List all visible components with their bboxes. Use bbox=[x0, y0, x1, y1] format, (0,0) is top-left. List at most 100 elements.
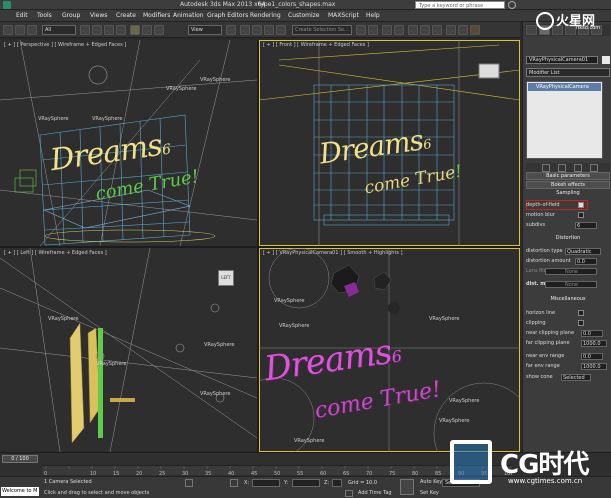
dist-map-button[interactable]: None bbox=[545, 281, 597, 288]
watermark-top-subtext: hxsd.com bbox=[576, 25, 601, 31]
render-frame-icon[interactable] bbox=[458, 25, 468, 35]
far-clipping-field[interactable]: 1000.0 bbox=[581, 340, 607, 347]
selection-filter-select[interactable]: All bbox=[42, 25, 76, 35]
menu-group[interactable]: Group bbox=[62, 12, 80, 19]
object-label-vraysphere: VRaySphere bbox=[204, 342, 235, 348]
scale-icon[interactable] bbox=[154, 25, 164, 35]
rotate-icon[interactable] bbox=[142, 25, 152, 35]
clipping-checkbox[interactable] bbox=[578, 320, 584, 326]
motion-blur-checkbox[interactable] bbox=[578, 212, 584, 218]
material-editor-icon[interactable] bbox=[432, 25, 442, 35]
timeline-track[interactable]: 0101520253035404550556065707580859095100 bbox=[42, 465, 512, 476]
move-icon[interactable] bbox=[130, 25, 140, 35]
near-env-field[interactable]: 0.0 bbox=[581, 353, 603, 360]
dof-checkbox[interactable] bbox=[578, 202, 584, 208]
render-setup-icon[interactable] bbox=[446, 25, 456, 35]
add-time-tag-button[interactable]: Add Time Tag bbox=[358, 490, 392, 496]
time-tag-icon[interactable] bbox=[345, 490, 353, 497]
viewport-perspective[interactable]: [ + ] [ Perspective ] [ Wireframe + Edge… bbox=[0, 40, 257, 246]
undo-icon[interactable] bbox=[3, 25, 13, 35]
rollout-bokeh-effects[interactable]: Bokeh effects bbox=[526, 181, 610, 189]
link-icon[interactable] bbox=[27, 25, 37, 35]
window-crossing-icon[interactable] bbox=[116, 25, 126, 35]
viewport-left[interactable]: [ + ] [ Left ] [ Wireframe + Edged Faces… bbox=[0, 248, 257, 452]
modifier-list-select[interactable]: Modifier List bbox=[526, 68, 610, 77]
set-key-button[interactable]: Set Key bbox=[420, 490, 439, 496]
pivot-icon[interactable] bbox=[226, 25, 236, 35]
rollout-distortion[interactable]: Distortion bbox=[526, 235, 610, 243]
set-key-icon[interactable] bbox=[400, 479, 414, 495]
menu-graph-editors[interactable]: Graph Editors bbox=[207, 12, 248, 19]
file-name: type1_colors_shapes.max bbox=[258, 1, 336, 8]
lock-selection-icon[interactable] bbox=[185, 479, 193, 487]
select-object-icon[interactable] bbox=[80, 25, 90, 35]
lens-file-button[interactable]: None bbox=[545, 268, 597, 275]
rollout-miscellaneous[interactable]: Miscellaneous bbox=[526, 296, 610, 304]
rollout-sampling[interactable]: Sampling bbox=[526, 190, 610, 198]
schematic-icon[interactable] bbox=[420, 25, 430, 35]
named-selection-set[interactable]: Create Selection Se... bbox=[292, 25, 352, 35]
menu-rendering[interactable]: Rendering bbox=[250, 12, 281, 19]
rect-region-icon[interactable] bbox=[104, 25, 114, 35]
maxscript-listener[interactable]: Welcome to M bbox=[1, 487, 39, 496]
horizon-line-checkbox[interactable] bbox=[578, 310, 584, 316]
render-teapot-icon[interactable] bbox=[470, 25, 480, 35]
menu-help[interactable]: Help bbox=[366, 12, 380, 19]
remove-modifier-icon[interactable] bbox=[590, 164, 598, 172]
menu-bar: Edit Tools Group Views Create Modifiers … bbox=[0, 10, 611, 22]
curve-editor-icon[interactable] bbox=[408, 25, 418, 35]
menu-maxscript[interactable]: MAXScript bbox=[328, 12, 359, 19]
layer-manager-icon[interactable] bbox=[382, 25, 392, 35]
y-coordinate-field[interactable] bbox=[292, 479, 320, 487]
object-color-swatch[interactable] bbox=[602, 56, 610, 64]
modifier-stack-item[interactable]: VRayPhysicalCamera bbox=[528, 83, 601, 91]
menu-customize[interactable]: Customize bbox=[288, 12, 320, 19]
menu-views[interactable]: Views bbox=[90, 12, 107, 19]
subdivs-field[interactable]: 6 bbox=[575, 222, 597, 229]
snap-icon[interactable] bbox=[240, 25, 250, 35]
distortion-type-select[interactable]: Quadratic bbox=[565, 248, 601, 255]
x-coordinate-field[interactable] bbox=[252, 479, 280, 487]
viewport-front[interactable]: [ + ] [ Front ] [ Wireframe + Edged Face… bbox=[259, 40, 520, 246]
spinner-snap-icon[interactable] bbox=[276, 25, 286, 35]
app-logo-icon[interactable] bbox=[3, 1, 11, 9]
time-slider[interactable]: 0 / 100 bbox=[2, 455, 38, 463]
menu-create[interactable]: Create bbox=[116, 12, 136, 19]
reference-coord-select[interactable]: View bbox=[188, 25, 222, 35]
object-name-field[interactable]: VRayPhysicalCamera01 bbox=[526, 56, 598, 64]
viewport-label-perspective[interactable]: [ + ] [ Perspective ] [ Wireframe + Edge… bbox=[4, 42, 126, 48]
menu-tools[interactable]: Tools bbox=[37, 12, 52, 19]
distortion-amount-field[interactable]: 0.0 bbox=[575, 258, 597, 265]
angle-snap-icon[interactable] bbox=[252, 25, 262, 35]
watermark-bottom-subtext: www.cgtimes.com.cn bbox=[508, 477, 583, 485]
auto-key-button[interactable]: Auto Key bbox=[420, 479, 442, 485]
far-env-field[interactable]: 1000.0 bbox=[581, 363, 607, 370]
viewport-camera[interactable]: [ + ] [ VRayPhysicalCamera01 ] [ Smooth … bbox=[259, 248, 520, 452]
pin-stack-icon[interactable] bbox=[542, 164, 550, 172]
viewport-label-camera[interactable]: [ + ] [ VRayPhysicalCamera01 ] [ Smooth … bbox=[263, 250, 403, 256]
graphite-icon[interactable] bbox=[394, 25, 404, 35]
viewport-label-left[interactable]: [ + ] [ Left ] [ Wireframe + Edged Faces… bbox=[4, 250, 107, 256]
rollout-basic-parameters[interactable]: Basic parameters bbox=[526, 172, 610, 180]
menu-modifiers[interactable]: Modifiers bbox=[143, 12, 170, 19]
select-by-name-icon[interactable] bbox=[92, 25, 102, 35]
search-input[interactable]: Type a keyword or phrase bbox=[415, 1, 505, 9]
mirror-icon[interactable] bbox=[356, 25, 366, 35]
object-label-vraysphere: VRaySphere bbox=[48, 316, 79, 322]
redo-icon[interactable] bbox=[15, 25, 25, 35]
align-icon[interactable] bbox=[368, 25, 378, 35]
show-end-result-icon[interactable] bbox=[558, 164, 566, 172]
absolute-mode-icon[interactable] bbox=[230, 479, 238, 487]
z-coordinate-field[interactable] bbox=[332, 479, 342, 487]
percent-snap-icon[interactable] bbox=[264, 25, 274, 35]
menu-edit[interactable]: Edit bbox=[16, 12, 28, 19]
viewport-label-front[interactable]: [ + ] [ Front ] [ Wireframe + Edged Face… bbox=[263, 42, 369, 48]
make-unique-icon[interactable] bbox=[574, 164, 582, 172]
search-icon[interactable] bbox=[508, 1, 516, 9]
viewcube-front[interactable] bbox=[479, 64, 499, 78]
near-clipping-field[interactable]: 0.0 bbox=[581, 330, 603, 337]
show-cone-select[interactable]: Selected bbox=[561, 374, 591, 381]
menu-animation[interactable]: Animation bbox=[173, 12, 204, 19]
show-cone-label: show cone bbox=[526, 374, 553, 380]
viewcube-left[interactable]: LEFT bbox=[218, 270, 234, 286]
